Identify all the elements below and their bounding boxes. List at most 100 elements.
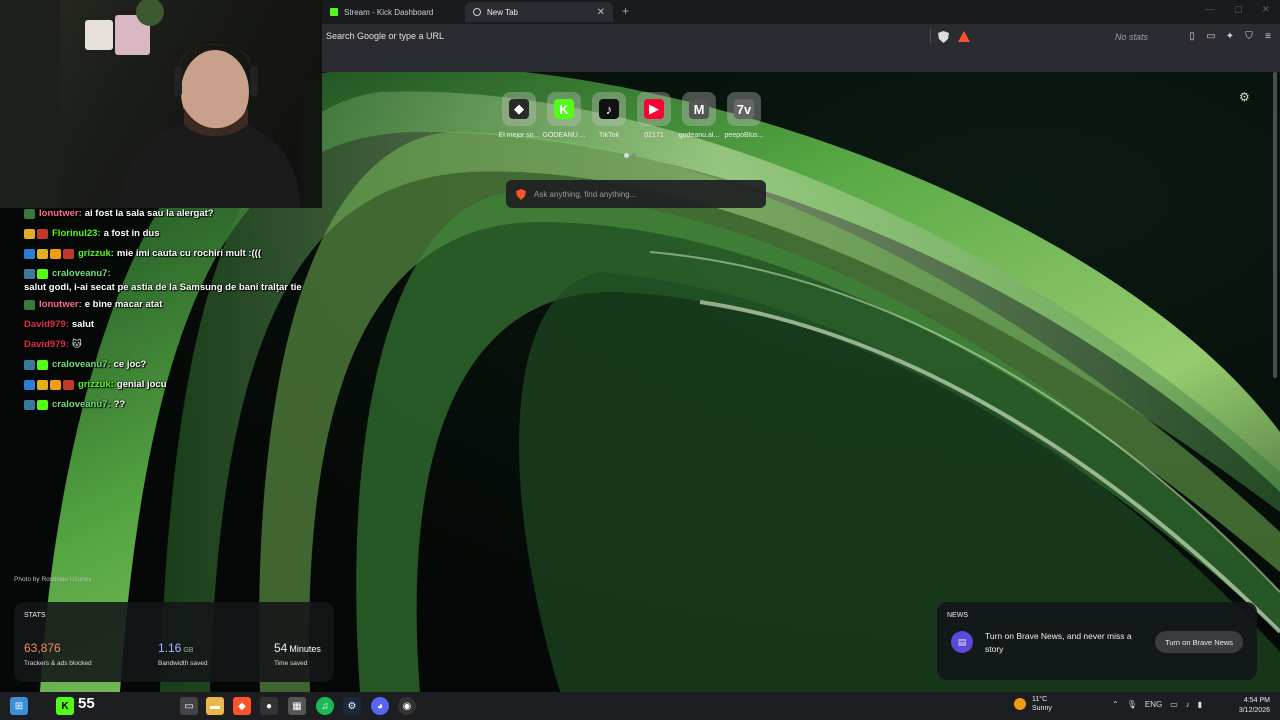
chevron-up-icon[interactable]: ⌃ (1112, 700, 1119, 709)
new-tab-plus-icon[interactable]: + (622, 4, 629, 18)
speed-dial-tile[interactable]: K GODEANU ... (542, 92, 586, 139)
obs-icon[interactable]: ◉ (398, 697, 416, 715)
stats-title: STATS (24, 612, 46, 619)
page-dot-active[interactable] (624, 153, 629, 158)
tab-new-tab[interactable]: New Tab ✕ (465, 2, 613, 22)
badge-icon (24, 380, 35, 390)
chat-message: grizzuk: genial jocu (24, 375, 384, 395)
tab-kick-dashboard[interactable]: Stream - Kick Dashboard (322, 2, 462, 22)
badge-icon (24, 360, 35, 370)
speed-dial-tile[interactable]: ◆ El mejor so... (499, 92, 539, 139)
badge-icon (24, 300, 35, 310)
chat-overlay: Ionutwer: ai fost la sala sau la alergat?… (24, 204, 384, 415)
chat-message: David979: salut (24, 315, 384, 335)
taskbar: ⊞ K 55 ▭ ▬ ◆ ● ▦ ♫ ⚙ ◕ ◉ 11°C Sunny ⌃ 🎙 … (0, 692, 1280, 720)
maximize-icon[interactable]: ▢ (1234, 4, 1243, 15)
stat-unit: Minutes (289, 644, 321, 654)
badge-icon (37, 380, 48, 390)
discord-icon[interactable]: ◕ (371, 697, 389, 715)
tile-glyph: ▶ (644, 99, 664, 119)
clock[interactable]: 4:54 PM 3/12/2026 (1228, 696, 1270, 716)
badge-icon (63, 249, 74, 259)
task-view-icon[interactable]: ▭ (180, 697, 198, 715)
brave-icon[interactable]: ◆ (233, 697, 251, 715)
speed-dial-label: peepoBlus... (724, 132, 764, 139)
scrollbar[interactable] (1273, 72, 1277, 378)
close-window-icon[interactable]: ✕ (1262, 4, 1270, 15)
steam-icon[interactable]: ⚙ (343, 697, 361, 715)
badge-icon (37, 400, 48, 410)
chat-message: craloveanu7:?? (24, 395, 384, 415)
url-input[interactable]: Search Google or type a URL (322, 28, 978, 46)
youtube-icon: ▶ (637, 92, 671, 126)
brave-shields-icon[interactable] (938, 31, 949, 43)
chat-text: ce joc? (113, 359, 147, 370)
photo-credit: Photo by Rostislav Uzunov (14, 576, 92, 583)
stat-value: 54 (274, 641, 288, 655)
badge-icon (37, 269, 48, 279)
chat-username: Florinul23: (52, 228, 101, 239)
display-icon[interactable]: ▭ (1170, 700, 1178, 709)
speed-dial-tile[interactable]: Mgodeanu.al... (679, 92, 719, 139)
sidebar-icon[interactable]: ▯ (1185, 30, 1199, 44)
page-dot[interactable] (632, 153, 636, 157)
turn-on-news-button[interactable]: Turn on Brave News (1155, 631, 1243, 653)
newtab-search-box[interactable]: Ask anything, find anything... (506, 180, 766, 208)
mic-icon[interactable]: 🎙 (1127, 700, 1137, 709)
brave-favicon-icon (473, 8, 481, 16)
chat-message: craloveanu7: salut godi, i-ai secat pe as… (24, 264, 384, 295)
7tv-icon: 7v (727, 92, 761, 126)
start-icon[interactable]: ⊞ (10, 697, 28, 715)
kick-favicon-icon (330, 8, 338, 16)
tab-label: Stream - Kick Dashboard (344, 7, 434, 17)
language-indicator[interactable]: ENG (1145, 700, 1162, 709)
speed-dial-tile[interactable]: ▶ 02171 (635, 92, 673, 139)
brave-rewards-icon[interactable] (958, 31, 970, 43)
file-explorer-icon[interactable]: ▬ (206, 697, 224, 715)
streamer-camera-image (0, 0, 322, 208)
tile-glyph: ◆ (509, 99, 529, 119)
brave-lion-icon (516, 188, 526, 200)
app-icon[interactable]: ● (260, 697, 278, 715)
volume-icon[interactable]: ♪ (1186, 700, 1190, 709)
speed-dial-label: TikTok (599, 132, 619, 139)
stat-label: Time saved (274, 660, 308, 667)
chat-message: grizzuk: mie imi cauta cu rochiri mult :(… (24, 244, 384, 264)
tile-glyph: K (554, 99, 574, 119)
gamepad-icon: ◆ (502, 92, 536, 126)
minimize-icon[interactable]: — (1205, 4, 1214, 14)
chat-username: craloveanu7: (52, 268, 111, 279)
vpn-icon[interactable]: ⛉ (1242, 30, 1256, 44)
speed-dial-label: 02171 (644, 132, 664, 139)
stat-label: Bandwidth saved (158, 660, 208, 667)
store-icon[interactable]: ▦ (288, 697, 306, 715)
chat-username: craloveanu7: (52, 399, 111, 410)
stat-unit: GB (183, 647, 194, 654)
gmail-icon: M (682, 92, 716, 126)
close-tab-icon[interactable]: ✕ (597, 7, 605, 18)
menu-icon[interactable]: ≡ (1261, 30, 1275, 44)
badge-icon (24, 249, 35, 259)
chat-username: Ionutwer: (39, 299, 82, 310)
badge-icon (24, 400, 35, 410)
spotify-icon[interactable]: ♫ (316, 697, 334, 715)
badge-icon (50, 380, 61, 390)
chat-badges (24, 380, 74, 390)
search-placeholder: Ask anything, find anything... (534, 189, 637, 199)
stat-time: 54 Minutes Time saved (274, 639, 321, 667)
chat-text: genial jocu (116, 379, 167, 390)
chat-message: Ionutwer: e bine macar atat (24, 295, 384, 315)
weather-widget[interactable]: 11°C Sunny (1014, 695, 1052, 713)
customize-gear-icon[interactable]: ⚙ (1239, 90, 1250, 104)
speed-dial-tile[interactable]: 7v peepoBlus... (725, 92, 763, 139)
kick-icon[interactable]: K (56, 697, 74, 715)
speed-dial: ◆ El mejor so... K GODEANU ... ♪ TikTok ▶ 02171… (499, 92, 763, 139)
chat-text: ?? (113, 399, 126, 410)
speed-dial-tile[interactable]: ♪ TikTok (590, 92, 628, 139)
news-widget: NEWS ▤ Turn on Brave News, and never mis… (937, 602, 1257, 680)
stat-value: 63,876 (24, 641, 61, 655)
leo-ai-icon[interactable]: ✦ (1223, 30, 1237, 44)
wallet-icon[interactable]: ▭ (1204, 30, 1218, 44)
tile-glyph: M (689, 99, 709, 119)
battery-icon[interactable]: ▮ (1198, 700, 1202, 709)
